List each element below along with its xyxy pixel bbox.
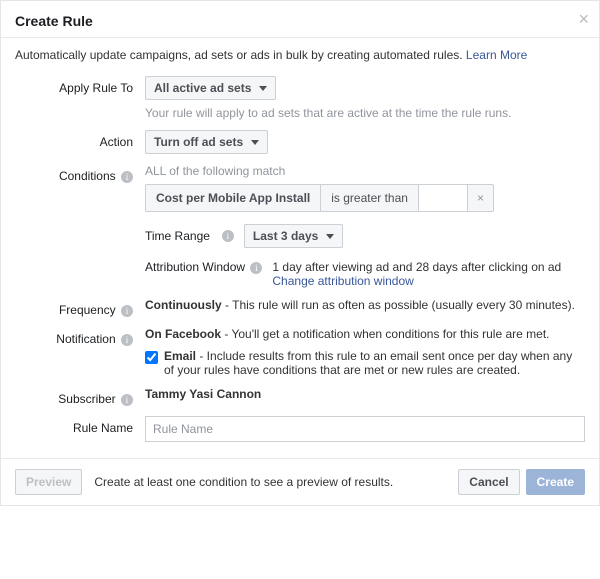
notification-label: Notification: [15, 327, 145, 346]
attribution-row: Attribution Window 1 day after viewing a…: [145, 260, 585, 288]
condition-metric[interactable]: Cost per Mobile App Install: [146, 185, 321, 211]
info-icon[interactable]: [250, 262, 262, 274]
email-notification-text: Email - Include results from this rule t…: [164, 349, 585, 377]
rule-name-row: Rule Name: [15, 416, 585, 442]
subscriber-label: Subscriber: [15, 387, 145, 406]
frequency-row: Frequency Continuously - This rule will …: [15, 298, 585, 317]
rule-name-label: Rule Name: [15, 416, 145, 435]
remove-condition-icon[interactable]: ×: [467, 185, 493, 211]
info-icon[interactable]: [121, 334, 133, 346]
attribution-value: 1 day after viewing ad and 28 days after…: [272, 260, 561, 288]
action-row: Action Turn off ad sets: [15, 130, 585, 154]
info-icon[interactable]: [121, 305, 133, 317]
modal-footer: Preview Create at least one condition to…: [1, 458, 599, 505]
rule-name-input[interactable]: [145, 416, 585, 442]
footer-message: Create at least one condition to see a p…: [94, 475, 458, 489]
condition-value-input[interactable]: [419, 185, 467, 211]
time-range-row: Time Range Last 3 days: [145, 224, 585, 248]
apply-rule-row: Apply Rule To All active ad sets Your ru…: [15, 76, 585, 120]
modal-header: Create Rule ×: [1, 1, 599, 38]
time-range-dropdown[interactable]: Last 3 days: [244, 224, 343, 248]
close-icon[interactable]: ×: [578, 9, 589, 30]
conditions-row: Conditions ALL of the following match Co…: [15, 164, 585, 288]
notification-on-facebook: On Facebook - You'll get a notification …: [145, 327, 585, 341]
apply-rule-hint: Your rule will apply to ad sets that are…: [145, 106, 585, 120]
action-dropdown[interactable]: Turn off ad sets: [145, 130, 268, 154]
cancel-button[interactable]: Cancel: [458, 469, 519, 495]
notification-row: Notification On Facebook - You'll get a …: [15, 327, 585, 377]
caret-down-icon: [259, 86, 267, 91]
subscriber-row: Subscriber Tammy Yasi Cannon: [15, 387, 585, 406]
email-notification-row: Email - Include results from this rule t…: [145, 349, 585, 377]
learn-more-link[interactable]: Learn More: [466, 48, 527, 62]
frequency-value: Continuously - This rule will run as oft…: [145, 298, 585, 312]
change-attribution-link[interactable]: Change attribution window: [272, 274, 413, 288]
intro-text: Automatically update campaigns, ad sets …: [15, 48, 585, 62]
frequency-label: Frequency: [15, 298, 145, 317]
conditions-match-text: ALL of the following match: [145, 164, 585, 178]
time-range-label: Time Range: [145, 229, 210, 243]
info-icon[interactable]: [121, 394, 133, 406]
modal-title: Create Rule: [15, 13, 93, 29]
create-button[interactable]: Create: [526, 469, 585, 495]
conditions-label: Conditions: [15, 164, 145, 183]
email-checkbox[interactable]: [145, 351, 158, 364]
apply-rule-selected: All active ad sets: [154, 81, 251, 95]
condition-operator[interactable]: is greater than: [321, 185, 419, 211]
info-icon[interactable]: [121, 171, 133, 183]
action-label: Action: [15, 130, 145, 149]
preview-button[interactable]: Preview: [15, 469, 82, 495]
condition-item: Cost per Mobile App Install is greater t…: [145, 184, 494, 212]
apply-rule-dropdown[interactable]: All active ad sets: [145, 76, 276, 100]
caret-down-icon: [326, 234, 334, 239]
apply-rule-label: Apply Rule To: [15, 76, 145, 95]
caret-down-icon: [251, 140, 259, 145]
subscriber-name: Tammy Yasi Cannon: [145, 387, 585, 401]
info-icon[interactable]: [222, 230, 234, 242]
attribution-label: Attribution Window: [145, 260, 262, 274]
time-range-selected: Last 3 days: [253, 229, 318, 243]
modal-body: Automatically update campaigns, ad sets …: [1, 38, 599, 458]
action-selected: Turn off ad sets: [154, 135, 243, 149]
intro-copy: Automatically update campaigns, ad sets …: [15, 48, 466, 62]
create-rule-modal: Create Rule × Automatically update campa…: [0, 0, 600, 506]
